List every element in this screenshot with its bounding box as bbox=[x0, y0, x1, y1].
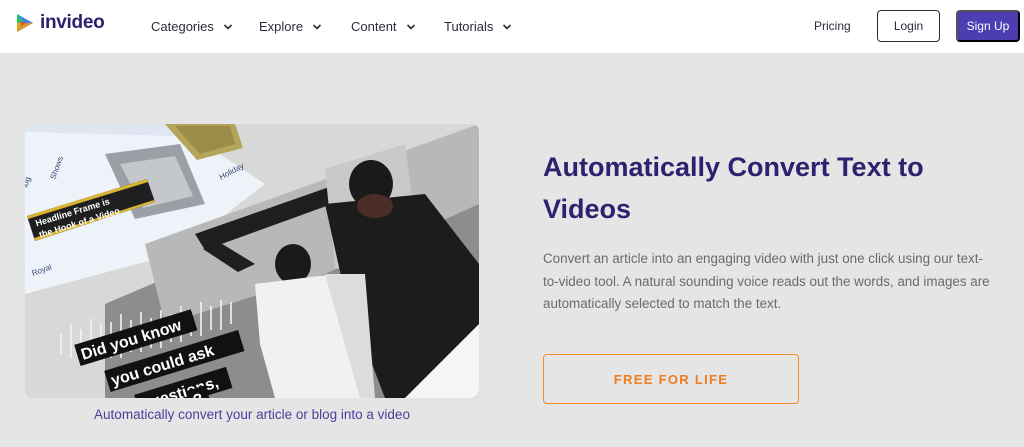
hero-description: Convert an article into an engaging vide… bbox=[543, 251, 990, 311]
nav-explore[interactable]: Explore bbox=[259, 16, 322, 36]
invideo-play-logo-icon bbox=[17, 14, 33, 32]
chevron-down-icon bbox=[503, 24, 512, 30]
pricing-link[interactable]: Pricing bbox=[814, 19, 851, 33]
nav-categories-label: Categories bbox=[151, 18, 214, 34]
login-button[interactable]: Login bbox=[877, 10, 940, 42]
brand-logo[interactable]: invideo bbox=[14, 10, 105, 36]
hero-image-caption: Automatically convert your article or bl… bbox=[94, 407, 410, 422]
brand-name: invideo bbox=[40, 12, 105, 33]
nav-content-label: Content bbox=[351, 18, 397, 34]
top-navbar: invideo Categories Explore Content Tutor… bbox=[0, 0, 1024, 54]
signup-button[interactable]: Sign Up bbox=[956, 10, 1020, 42]
chevron-down-icon bbox=[223, 24, 232, 30]
hero-video-preview-image: Headline Frame is the Hook of a Video lo… bbox=[25, 124, 479, 398]
page-title: Automatically Convert Text to Videos bbox=[543, 152, 924, 224]
nav-categories[interactable]: Categories bbox=[151, 16, 233, 36]
free-for-life-button[interactable]: FREE FOR LIFE bbox=[543, 354, 799, 404]
nav-content[interactable]: Content bbox=[351, 16, 416, 36]
nav-tutorials[interactable]: Tutorials bbox=[444, 16, 512, 36]
hero-image-art: Headline Frame is the Hook of a Video lo… bbox=[25, 124, 479, 398]
chevron-down-icon bbox=[313, 24, 322, 30]
nav-explore-label: Explore bbox=[259, 18, 304, 34]
nav-tutorials-label: Tutorials bbox=[444, 18, 494, 34]
chevron-down-icon bbox=[406, 24, 415, 30]
